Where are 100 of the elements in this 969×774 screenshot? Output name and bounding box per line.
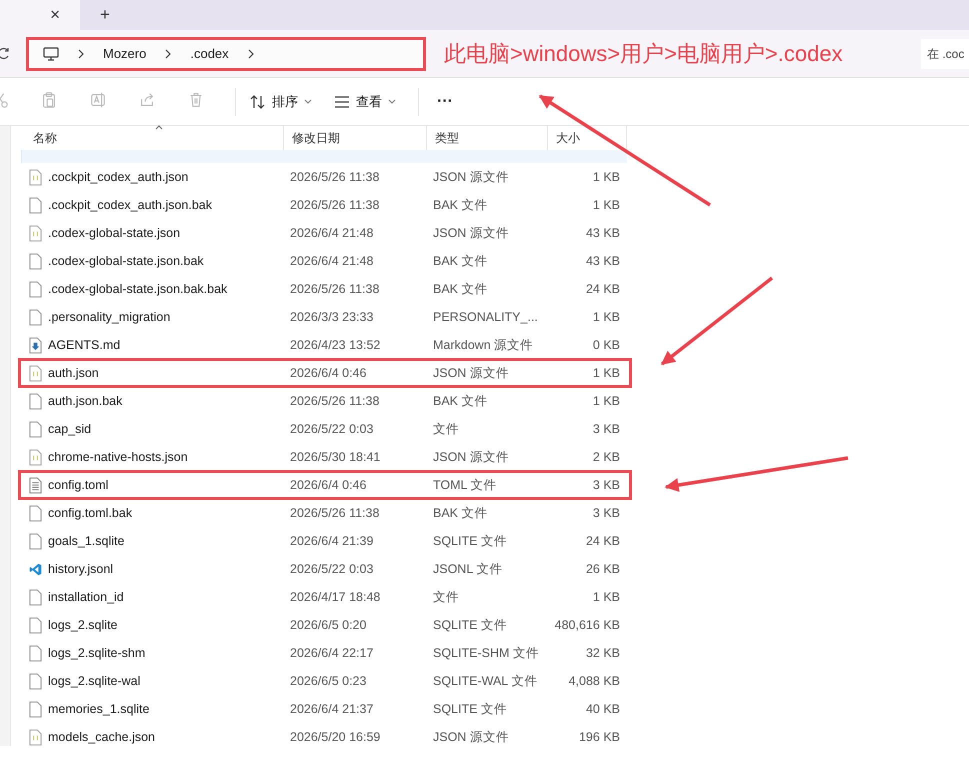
date-cell-text: 2026/6/4 21:39 xyxy=(289,534,374,548)
type-cell-text: JSON 源文件 xyxy=(432,224,510,242)
file-row[interactable]: installation_id 2026/4/17 18:48 文件 1 KB xyxy=(21,583,627,611)
date-cell-text: 2026/5/30 18:41 xyxy=(289,450,382,464)
file-name: history.jsonl xyxy=(48,562,114,576)
date-cell-text: 2026/4/17 18:48 xyxy=(289,590,382,604)
file-row[interactable]: goals_1.sqlite 2026/6/4 21:39 SQLITE 文件 24 KB xyxy=(21,527,627,555)
size-cell-text: 43 KB xyxy=(584,226,621,240)
annotation-text: 此电脑>windows>用户>电脑用户>.codex xyxy=(444,40,843,68)
file-row[interactable]: .cockpit_codex_auth.json 2026/5/26 11:38 JSON 源文件 1 KB xyxy=(21,163,627,191)
type-cell-text: TOML 文件 xyxy=(432,476,498,494)
date-cell-text: 2026/5/26 11:38 xyxy=(289,282,380,296)
sort-arrows-icon xyxy=(250,94,266,108)
file-row[interactable]: logs_2.sqlite-wal 2026/6/5 0:23 SQLITE-WAL 文件 4,088 KB xyxy=(21,667,627,695)
file-name: auth.json.bak xyxy=(48,394,122,408)
file-name: logs_2.sqlite-shm xyxy=(48,646,146,660)
file-row[interactable]: models_cache.json 2026/5/20 16:59 JSON 源文件 196 KB xyxy=(21,723,627,751)
file-icon xyxy=(29,700,42,718)
file-icon xyxy=(29,252,42,270)
type-cell-text: JSON 源文件 xyxy=(432,168,510,186)
file-icon xyxy=(29,616,42,634)
file-row[interactable]: logs_2.sqlite 2026/6/5 0:20 SQLITE 文件 480,616 KB xyxy=(21,611,627,639)
breadcrumb-item[interactable]: .codex xyxy=(190,46,229,61)
date-cell-text: 2026/3/3 23:33 xyxy=(289,310,374,324)
date-cell-text: 2026/6/4 22:17 xyxy=(289,646,374,660)
file-name: config.toml xyxy=(48,478,108,492)
date-cell-text: 2026/6/5 0:20 xyxy=(289,618,368,632)
file-name: .personality_migration xyxy=(48,310,170,324)
file-row[interactable]: config.toml.bak 2026/5/26 11:38 BAK 文件 3 KB xyxy=(21,499,627,527)
file-name: models_cache.json xyxy=(48,730,156,744)
file-row[interactable]: config.toml 2026/6/4 0:46 TOML 文件 3 KB xyxy=(19,471,631,499)
file-name: memories_1.sqlite xyxy=(48,702,150,716)
close-tab-button[interactable]: × xyxy=(44,5,66,25)
date-cell-text: 2026/5/26 11:38 xyxy=(289,170,380,184)
file-name: chrome-native-hosts.json xyxy=(48,450,188,464)
file-name: installation_id xyxy=(48,590,124,604)
search-field[interactable]: 在 .coc xyxy=(921,38,969,68)
column-header[interactable]: 大小 xyxy=(548,126,627,150)
file-row[interactable]: .cockpit_codex_auth.json.bak 2026/5/26 11:38 BAK 文件 1 KB xyxy=(21,191,627,219)
size-cell-text: 32 KB xyxy=(584,646,621,660)
file-row[interactable]: memories_1.sqlite 2026/6/4 21:37 SQLITE 文件 40 KB xyxy=(21,695,627,723)
file-row[interactable]: AGENTS.md 2026/4/23 13:52 Markdown 源文件 0 KB xyxy=(21,331,627,359)
date-cell-text: 2026/6/4 21:48 xyxy=(289,254,374,268)
computer-icon[interactable] xyxy=(43,46,59,60)
file-name: .codex-global-state.json xyxy=(48,226,180,240)
file-name: .codex-global-state.json.bak xyxy=(48,254,204,268)
file-name: logs_2.sqlite-wal xyxy=(48,674,140,688)
file-row[interactable]: chrome-native-hosts.json 2026/5/30 18:41 JSON 源文件 2 KB xyxy=(21,443,627,471)
file-row[interactable]: logs_2.sqlite-shm 2026/6/4 22:17 SQLITE-SHM 文件 32 KB xyxy=(21,639,627,667)
file-icon xyxy=(29,532,42,550)
file-name: AGENTS.md xyxy=(48,338,120,352)
file-row[interactable]: .codex-global-state.json.bak 2026/6/4 21:48 BAK 文件 43 KB xyxy=(21,247,627,275)
size-cell-text: 480,616 KB xyxy=(554,618,621,632)
clipboard-icon xyxy=(40,91,58,109)
chevron-icon xyxy=(246,48,255,58)
type-cell-text: 文件 xyxy=(432,420,460,438)
file-name: goals_1.sqlite xyxy=(48,534,124,548)
type-cell-text: JSONL 文件 xyxy=(432,560,504,578)
file-name: .cockpit_codex_auth.json.bak xyxy=(48,198,212,212)
file-icon xyxy=(29,308,42,326)
json-file-icon xyxy=(29,448,42,466)
file-row[interactable]: .codex-global-state.json.bak.bak 2026/5/26 11:38 BAK 文件 24 KB xyxy=(21,275,627,303)
size-cell-text: 3 KB xyxy=(592,422,621,436)
file-icon xyxy=(29,504,42,522)
size-cell-text: 1 KB xyxy=(592,170,621,184)
date-cell-text: 2026/4/23 13:52 xyxy=(289,338,382,352)
file-row[interactable]: cap_sid 2026/5/22 0:03 文件 3 KB xyxy=(21,415,627,443)
new-tab-button[interactable]: + xyxy=(94,5,116,25)
column-header[interactable]: 修改日期 xyxy=(284,126,427,150)
size-cell-text: 26 KB xyxy=(584,562,621,576)
file-icon xyxy=(29,392,42,410)
date-cell-text: 2026/5/26 11:38 xyxy=(289,198,380,212)
file-row[interactable]: .codex-global-state.json 2026/6/4 21:48 JSON 源文件 43 KB xyxy=(21,219,627,247)
file-row[interactable]: auth.json.bak 2026/5/26 11:38 BAK 文件 1 KB xyxy=(21,387,627,415)
lines-icon xyxy=(334,94,350,108)
size-cell-text: 4,088 KB xyxy=(568,674,621,688)
file-row[interactable]: history.jsonl 2026/5/22 0:03 JSONL 文件 26 KB xyxy=(21,555,627,583)
type-cell-text: JSON 源文件 xyxy=(432,728,510,746)
more-button[interactable]: ··· xyxy=(433,92,457,110)
chevron-icon xyxy=(77,48,85,58)
breadcrumb-bar[interactable]: Mozero .codex xyxy=(26,36,426,70)
sort-button[interactable]: 排序 xyxy=(250,88,312,114)
date-cell-text: 2026/6/4 0:46 xyxy=(289,478,368,492)
size-cell-text: 1 KB xyxy=(592,198,621,212)
column-header[interactable]: 名称 xyxy=(21,126,284,150)
date-cell-text: 2026/5/22 0:03 xyxy=(289,422,374,436)
date-cell-text: 2026/6/4 21:48 xyxy=(289,226,374,240)
file-row[interactable]: auth.json 2026/6/4 0:46 JSON 源文件 1 KB xyxy=(19,359,631,387)
refresh-icon[interactable] xyxy=(0,46,10,60)
breadcrumb-item[interactable]: Mozero xyxy=(103,46,146,61)
column-header[interactable]: 类型 xyxy=(427,126,548,150)
file-row[interactable]: .personality_migration 2026/3/3 23:33 PERSONALITY_... 1 KB xyxy=(21,303,627,331)
file-icon xyxy=(29,420,42,438)
size-cell-text: 24 KB xyxy=(584,534,621,548)
view-button[interactable]: 查看 xyxy=(334,88,396,114)
type-cell-text: SQLITE-WAL 文件 xyxy=(432,672,538,690)
type-cell-text: SQLITE 文件 xyxy=(432,532,508,550)
date-cell-text: 2026/5/22 0:03 xyxy=(289,562,374,576)
date-cell-text: 2026/5/26 11:38 xyxy=(289,506,380,520)
size-cell-text: 40 KB xyxy=(584,702,621,716)
